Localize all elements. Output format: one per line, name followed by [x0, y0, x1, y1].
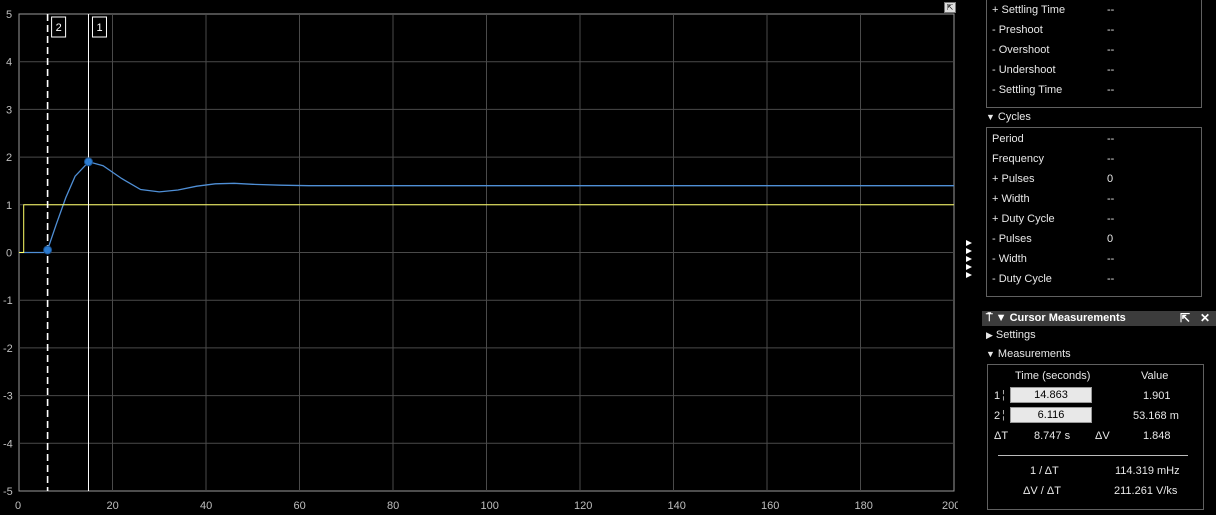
metric-value: -- — [1107, 44, 1115, 56]
cycles-row-label: - Width — [992, 253, 1027, 265]
measurements-section-toggle[interactable]: ▼ Measurements — [986, 348, 1071, 360]
x-tick-label: 140 — [668, 500, 686, 512]
cycles-row-label: + Pulses — [992, 173, 1035, 185]
cycles-title: Cycles — [997, 111, 1031, 123]
delta-t-value: 8.747 s — [1034, 430, 1071, 442]
cursor-measurements-header: ⍑ ▼ Cursor Measurements ⇱ ✕ — [982, 311, 1216, 326]
cursor-measurements-title: Cursor Measurements — [1009, 312, 1126, 324]
metric-value: -- — [1107, 24, 1115, 36]
metric-label: - Undershoot — [992, 64, 1056, 76]
cycles-row-value: -- — [1107, 193, 1115, 205]
y-tick-label: 0 — [6, 248, 12, 260]
cursor-1-label: 1 — [96, 22, 102, 34]
y-tick-label: 1 — [6, 200, 12, 212]
inverse-delta-t-value: 114.319 mHz — [1115, 465, 1180, 477]
metric-label: - Settling Time — [992, 84, 1063, 96]
y-tick-label: 5 — [6, 9, 12, 21]
y-tick-label: -4 — [3, 438, 13, 450]
cycles-row-value: -- — [1107, 253, 1115, 265]
inverse-delta-t-label: 1 / ΔT — [1030, 465, 1059, 477]
col-value-header: Value — [1141, 370, 1169, 382]
x-tick-label: 40 — [200, 500, 212, 512]
cycles-row-value: 0 — [1107, 233, 1114, 245]
y-tick-label: -5 — [3, 486, 13, 498]
cursor-1-time-input[interactable]: 14.863 — [1010, 387, 1092, 403]
pin-icon[interactable]: ⍑ — [986, 312, 993, 324]
delta-v-label: ΔV — [1095, 430, 1110, 442]
x-tick-label: 60 — [294, 500, 306, 512]
delta-v-value: 1.848 — [1143, 430, 1171, 442]
y-tick-label: -3 — [3, 391, 13, 403]
cycles-row-value: -- — [1107, 213, 1115, 225]
metric-value: -- — [1107, 84, 1115, 96]
measurements-box: Time (seconds) Value 1 ¦ 14.863 1.901 2 … — [987, 364, 1204, 510]
x-tick-label: 180 — [855, 500, 873, 512]
cycles-row-label: Period — [992, 133, 1024, 145]
metric-value: -- — [1107, 64, 1115, 76]
delta-t-label: ΔT — [994, 430, 1009, 442]
undock-icon[interactable]: ⇱ — [944, 2, 956, 13]
cycles-row-label: + Duty Cycle — [992, 213, 1055, 225]
x-tick-label: 120 — [574, 500, 592, 512]
cycles-section-toggle[interactable]: ▼ Cycles — [986, 111, 1031, 123]
cycles-row-value: -- — [1107, 133, 1115, 145]
close-icon[interactable]: ✕ — [1200, 311, 1210, 325]
settings-label: Settings — [995, 329, 1036, 341]
slope-value: 211.261 V/ks — [1114, 485, 1178, 497]
col-time-header: Time (seconds) — [1015, 370, 1091, 382]
metric-label: - Preshoot — [992, 24, 1043, 36]
scope-display: 0 20 40 60 80 100 120 140 160 180 200 5 4 3 2 1 0 -1 -2 -3 -… — [0, 0, 958, 515]
metric-label: + Settling Time — [992, 4, 1066, 16]
x-tick-label: 0 — [15, 500, 21, 512]
slope-label: ΔV / ΔT — [1023, 485, 1061, 497]
settings-section-toggle[interactable]: ▶ Settings — [986, 329, 1036, 341]
x-tick-label: 100 — [481, 500, 499, 512]
cycles-row-value: 0 — [1107, 173, 1114, 185]
x-tick-label: 160 — [761, 500, 779, 512]
cursor-2-marker — [43, 245, 53, 255]
cursor-1-index: 1 — [994, 390, 1001, 402]
cursor-2-label: 2 — [56, 22, 62, 34]
divider — [998, 455, 1188, 456]
expand-panel-icon[interactable] — [962, 238, 976, 278]
scope-plot[interactable]: 0 20 40 60 80 100 120 140 160 180 200 5 4 3 2 1 0 -1 -2 -3 -… — [0, 0, 958, 515]
x-tick-label: 20 — [107, 500, 119, 512]
y-tick-label: -2 — [3, 343, 13, 355]
measurements-panel: + Settling Time -- - Preshoot -- - Overshoot… — [982, 0, 1216, 515]
cursor-2-index: 2 — [994, 410, 1001, 422]
x-tick-label: 80 — [387, 500, 399, 512]
cursor-solid-icon: ¦ — [1002, 389, 1005, 401]
y-tick-label: 3 — [6, 104, 12, 116]
y-tick-label: -1 — [3, 295, 13, 307]
cycles-row-label: - Pulses — [992, 233, 1032, 245]
cursor-1-marker — [83, 157, 93, 167]
cycles-row-label: + Width — [992, 193, 1030, 205]
y-tick-label: 4 — [6, 57, 12, 69]
measurements-label: Measurements — [997, 348, 1071, 360]
cursor-2-value: 53.168 m — [1133, 410, 1179, 422]
y-tick-label: 2 — [6, 152, 12, 164]
cursor-1-value: 1.901 — [1143, 390, 1171, 402]
x-tick-label: 200 — [942, 500, 958, 512]
cursor-dashed-icon: ¦ — [1002, 409, 1005, 421]
metric-label: - Overshoot — [992, 44, 1050, 56]
cycles-row-value: -- — [1107, 153, 1115, 165]
cycles-row-label: Frequency — [992, 153, 1044, 165]
undock-icon[interactable]: ⇱ — [1180, 311, 1190, 325]
cycles-row-label: - Duty Cycle — [992, 273, 1052, 285]
metric-value: -- — [1107, 4, 1115, 16]
cycles-row-value: -- — [1107, 273, 1115, 285]
cursor-2-time-input[interactable]: 6.116 — [1010, 407, 1092, 423]
